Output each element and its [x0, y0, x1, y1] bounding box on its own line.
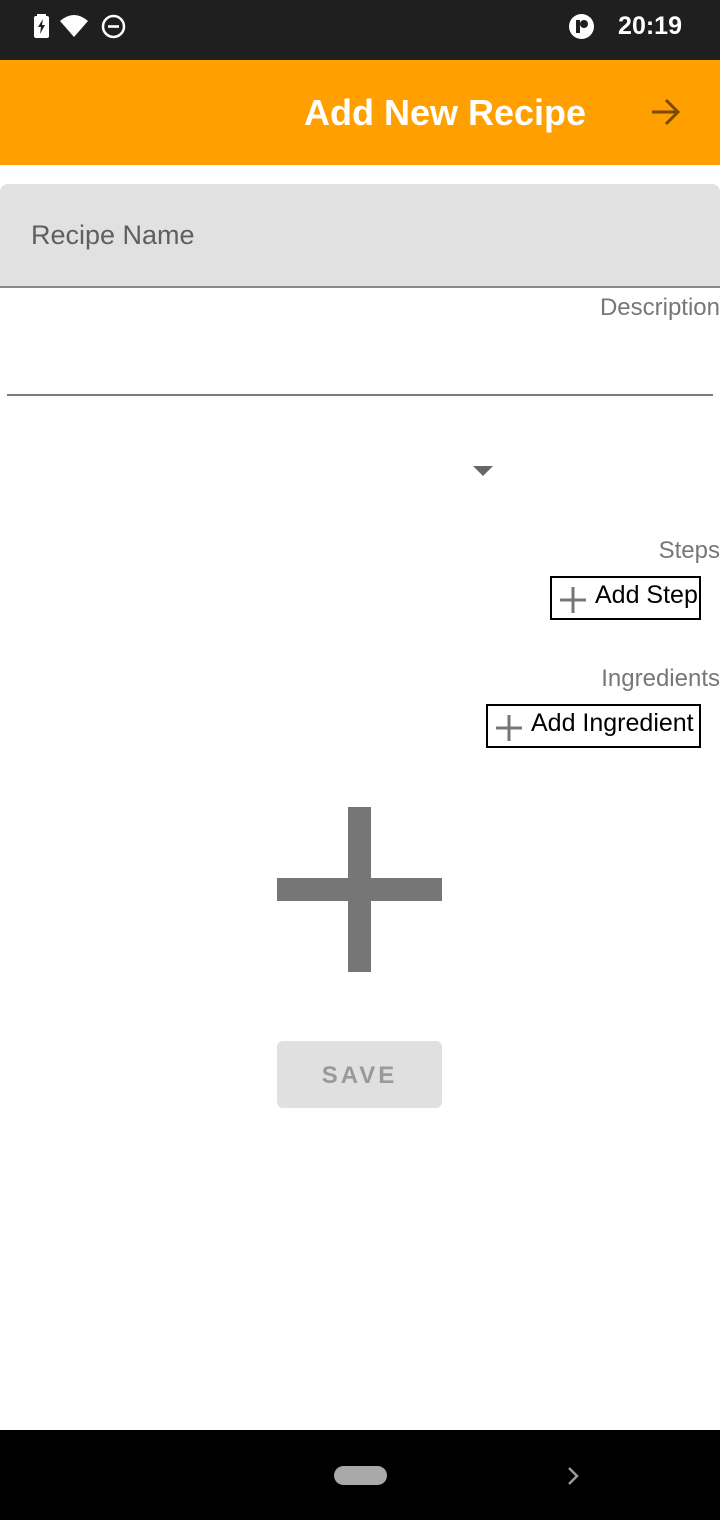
ingredients-label: Ingredients [601, 665, 720, 692]
status-time: 20:19 [618, 12, 682, 40]
description-input[interactable] [7, 332, 713, 396]
app-bar: Add New Recipe [0, 60, 720, 165]
do-not-disturb-icon [101, 14, 126, 39]
plus-icon [560, 587, 586, 613]
battery-charging-icon [34, 14, 49, 38]
navigation-bar [0, 1430, 720, 1520]
add-ingredient-button[interactable]: Add Ingredient [486, 704, 701, 748]
recipe-name-input[interactable] [0, 184, 720, 288]
chevron-right-icon[interactable] [565, 1466, 581, 1486]
add-ingredient-label: Add Ingredient [531, 709, 694, 737]
status-bar: 20:19 [0, 0, 720, 60]
add-step-label: Add Step [595, 581, 698, 609]
plus-icon [496, 715, 522, 741]
steps-label: Steps [658, 537, 720, 564]
save-button[interactable]: SAVE [277, 1041, 442, 1108]
home-pill-icon[interactable] [334, 1466, 387, 1485]
add-icon[interactable] [277, 807, 442, 972]
description-label: Description [599, 294, 720, 321]
dropdown-arrow-icon [473, 466, 493, 476]
add-step-button[interactable]: Add Step [550, 576, 701, 620]
page-title: Add New Recipe [304, 92, 587, 133]
wifi-icon [60, 15, 88, 37]
category-dropdown[interactable] [0, 438, 720, 502]
arrow-forward-icon[interactable] [648, 94, 684, 130]
app-notification-icon [569, 14, 594, 39]
